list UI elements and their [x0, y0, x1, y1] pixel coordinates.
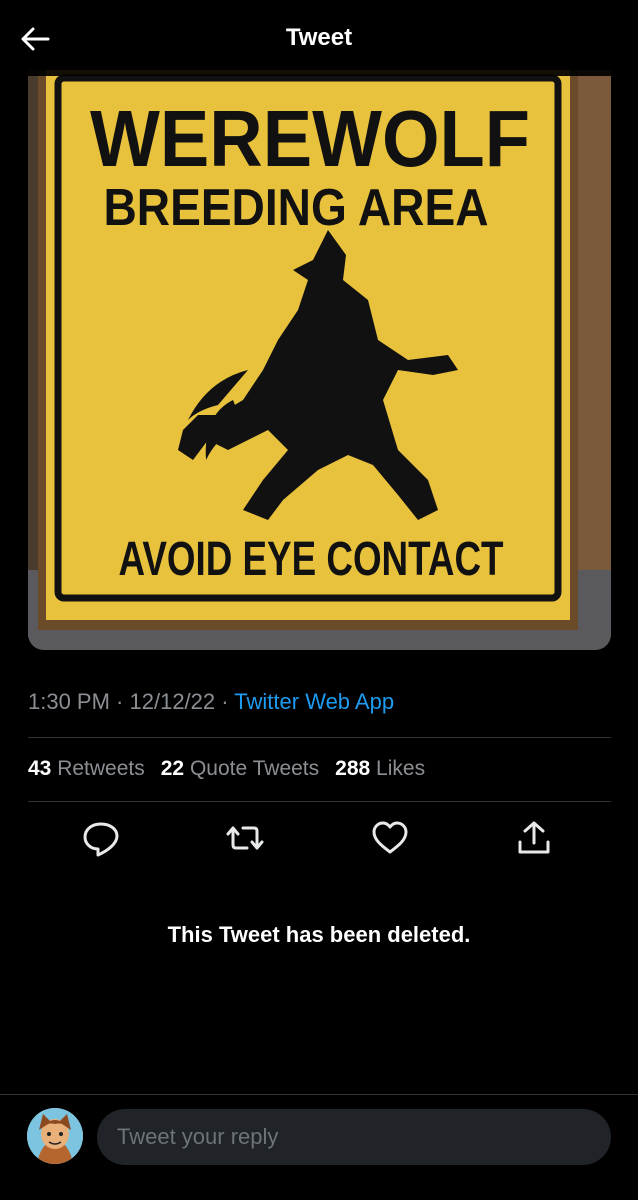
- retweets-stat[interactable]: 43 Retweets: [28, 757, 145, 781]
- reply-icon[interactable]: [81, 818, 121, 858]
- retweet-icon[interactable]: [225, 818, 265, 858]
- sign-line-2: BREEDING AREA: [104, 179, 489, 237]
- quote-tweets-stat[interactable]: 22 Quote Tweets: [161, 757, 319, 781]
- tweet-actions: [28, 818, 611, 858]
- likes-label: Likes: [376, 757, 426, 780]
- likes-count: 288: [335, 757, 371, 780]
- avatar-illustration: [27, 1108, 83, 1164]
- tweet-photo[interactable]: WEREWOLF BREEDING AREA AVOID EYE CONTACT: [28, 70, 611, 650]
- quotes-label: Quote Tweets: [189, 757, 320, 780]
- share-icon[interactable]: [514, 818, 554, 858]
- top-bar: Tweet: [0, 0, 638, 76]
- engagement-stats: 43 Retweets 22 Quote Tweets 288 Likes: [28, 757, 425, 781]
- tweet-date: 12/12/22: [129, 689, 216, 714]
- like-icon[interactable]: [370, 818, 410, 858]
- source-app-link[interactable]: Twitter Web App: [234, 689, 394, 714]
- divider: [0, 1094, 638, 1095]
- avatar[interactable]: [27, 1108, 83, 1164]
- sign-line-1: WEREWOLF: [90, 94, 530, 183]
- werewolf-sign-image: WEREWOLF BREEDING AREA AVOID EYE CONTACT: [28, 70, 611, 650]
- divider: [28, 737, 611, 738]
- tweet-metadata: 1:30 PM · 12/12/22 · Twitter Web App: [28, 689, 394, 715]
- meta-separator: ·: [109, 689, 130, 714]
- meta-separator: ·: [215, 689, 235, 714]
- quotes-count: 22: [160, 757, 185, 780]
- retweets-count: 43: [28, 757, 52, 780]
- sign-line-3: AVOID EYE CONTACT: [119, 533, 504, 586]
- deleted-tweet-notice: This Tweet has been deleted.: [167, 922, 471, 947]
- likes-stat[interactable]: 288 Likes: [335, 757, 425, 781]
- page-title: Tweet: [285, 24, 353, 51]
- divider: [28, 801, 611, 802]
- retweets-label: Retweets: [57, 757, 145, 780]
- tweet-time: 1:30 PM: [28, 689, 110, 714]
- reply-input[interactable]: [97, 1109, 611, 1165]
